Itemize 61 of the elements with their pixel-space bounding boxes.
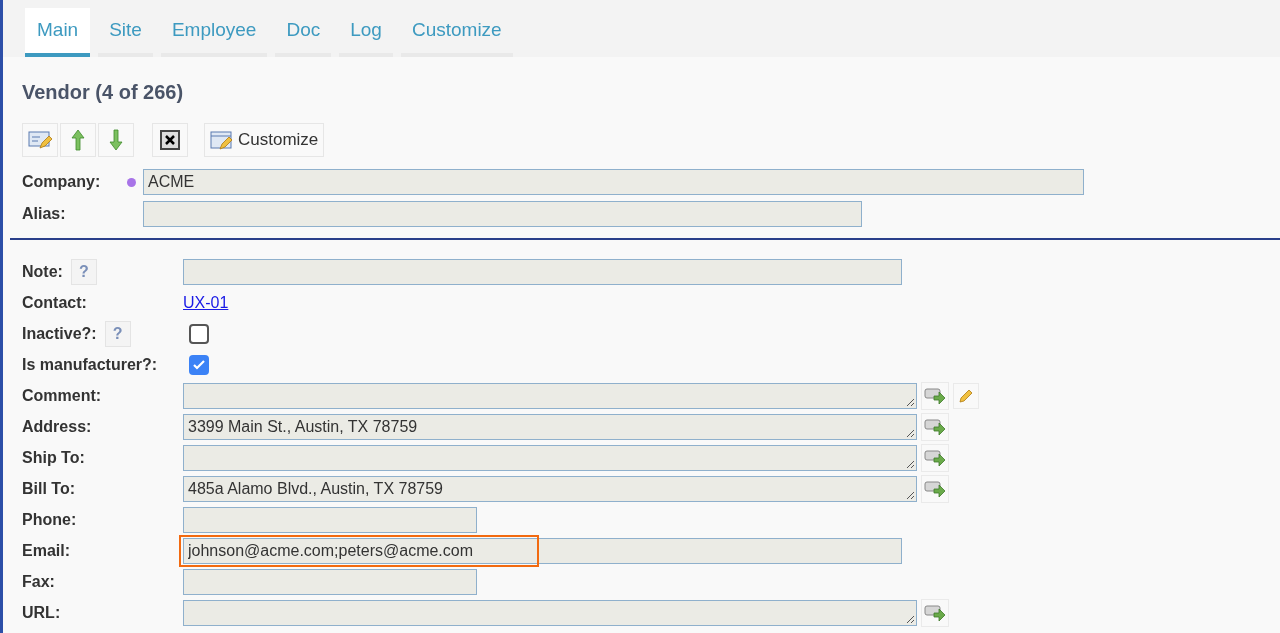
input-field[interactable] (183, 258, 902, 285)
page-title: Vendor (4 of 266) (22, 80, 185, 105)
text-area[interactable]: 485a Alamo Blvd., Austin, TX 78759 (183, 475, 917, 502)
transfer-button[interactable] (921, 443, 949, 472)
help-button[interactable]: ? (70, 258, 97, 285)
tab[interactable]: Customize (400, 8, 513, 57)
move-up-button[interactable] (60, 123, 96, 157)
checkbox[interactable] (189, 354, 209, 375)
help-button[interactable]: ? (104, 320, 131, 347)
resize-grip-icon[interactable] (905, 489, 915, 500)
contact-link[interactable]: UX-01 (183, 290, 229, 315)
field-label: Company: (22, 172, 102, 192)
tab[interactable]: Main (25, 8, 91, 57)
tab[interactable]: Log (339, 8, 393, 57)
move-down-button[interactable] (98, 123, 134, 157)
edit-form-button[interactable] (22, 123, 58, 157)
field-label: Phone: (22, 509, 77, 530)
monitor-arrow-icon (924, 386, 946, 405)
field-label: Comment: (22, 385, 102, 406)
resize-grip-icon[interactable] (905, 613, 915, 624)
transfer-button[interactable] (921, 381, 949, 410)
resize-grip-icon[interactable] (905, 396, 915, 407)
up-arrow-icon (71, 129, 85, 151)
text-area[interactable]: 3399 Main St., Austin, TX 78759 (183, 413, 917, 440)
input-field[interactable] (143, 201, 862, 227)
resize-grip-icon[interactable] (905, 458, 915, 469)
field-label: Fax: (22, 571, 55, 592)
monitor-arrow-icon (924, 417, 946, 436)
field-label: Email: (22, 540, 70, 561)
close-icon (160, 130, 180, 150)
down-arrow-icon (109, 129, 123, 151)
transfer-button[interactable] (921, 474, 949, 503)
form-pencil-icon (210, 129, 234, 151)
field-label: Address: (22, 416, 92, 437)
tab[interactable]: Doc (275, 8, 332, 57)
monitor-arrow-icon (924, 479, 946, 498)
check-icon (192, 357, 206, 372)
field-label: Ship To: (22, 447, 85, 468)
input-field[interactable]: ACME (143, 169, 1084, 195)
monitor-arrow-icon (924, 448, 946, 467)
delete-button[interactable] (152, 123, 188, 157)
field-label: Note: (22, 261, 63, 282)
transfer-button[interactable] (921, 412, 949, 441)
field-label: Contact: (22, 292, 87, 313)
field-label: Is manufacturer?: (22, 354, 158, 375)
input-field[interactable] (183, 506, 477, 533)
field-label: URL: (22, 602, 61, 623)
field-label: Bill To: (22, 478, 76, 499)
resize-grip-icon[interactable] (905, 427, 915, 438)
input-field[interactable]: johnson@acme.com;peters@acme.com (183, 537, 902, 564)
customize-button[interactable]: Customize (204, 123, 325, 157)
transfer-button[interactable] (921, 598, 949, 627)
form-pencil-icon (28, 129, 52, 151)
tab[interactable]: Site (98, 8, 153, 57)
monitor-arrow-icon (924, 603, 946, 622)
field-label: Alias: (22, 204, 67, 224)
edit-button[interactable] (953, 382, 979, 409)
tab[interactable]: Employee (160, 8, 268, 57)
input-field[interactable] (183, 568, 477, 595)
field-label: Inactive?: (22, 323, 97, 344)
checkbox[interactable] (189, 323, 209, 344)
